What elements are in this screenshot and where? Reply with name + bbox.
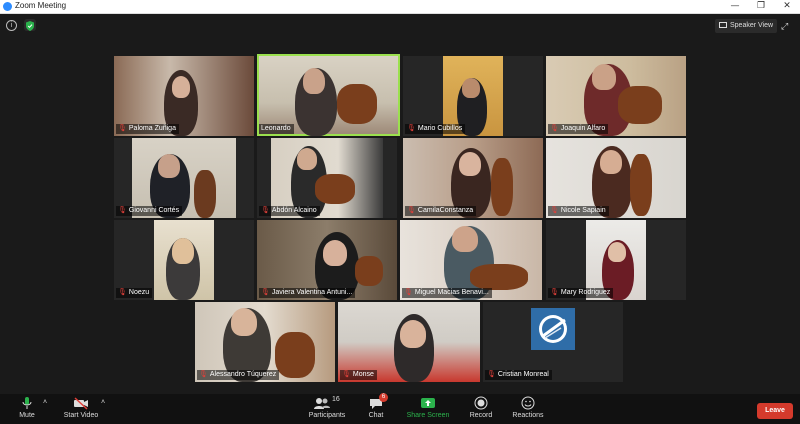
muted-mic-icon: 🎙 [407,125,416,132]
video-tile-active-speaker[interactable]: Leonardo [257,54,400,136]
muted-mic-icon: 🎙 [550,207,559,214]
audio-options-caret[interactable]: ˄ [41,396,49,410]
video-options-caret[interactable]: ˄ [99,396,107,410]
participant-name-label: 🎙 Mary Rodriguez [548,288,614,298]
video-tile[interactable]: 🎙 Noezu [114,220,254,300]
participants-label: Participants [308,412,346,419]
participant-name-label: 🎙 Alessandro Túquerez [197,370,280,380]
leave-button[interactable]: Leave [757,403,793,419]
video-tile[interactable]: 🎙 Alessandro Túquerez [195,302,335,382]
maximize-button[interactable]: ❐ [748,0,774,14]
participant-name-label: 🎙 Javiera Valentina Antuni... [259,288,356,298]
video-gallery: i Speaker View ⤢ 🎙 Paloma Zuñiga Leonardo… [0,14,800,394]
muted-mic-icon: 🎙 [487,371,496,378]
smiley-icon [521,396,535,410]
video-tile[interactable]: 🎙 Giovanni Cortés [114,138,254,218]
record-label: Record [469,412,493,419]
participant-name-label: 🎙 Abdón Alcaino [259,206,320,216]
violin-logo-icon [539,315,567,343]
muted-mic-icon: 🎙 [342,371,351,378]
muted-mic-icon: 🎙 [550,289,559,296]
reactions-button[interactable]: Reactions [511,396,545,419]
start-video-label: Start Video [63,412,99,419]
muted-mic-icon: 🎙 [404,289,413,296]
muted-mic-icon: 🎙 [118,125,127,132]
video-tile[interactable]: 🎙 Abdón Alcaino [257,138,397,218]
muted-mic-icon: 🎙 [261,207,270,214]
video-tile[interactable]: 🎙 Monse [338,302,480,382]
muted-mic-icon: 🎙 [261,289,270,296]
participant-name-label: Leonardo [259,124,294,134]
meeting-info-icon[interactable]: i [6,20,17,31]
participant-name-label: 🎙 Noezu [116,288,153,298]
window-titlebar: Zoom Meeting — ❐ ✕ [0,0,800,14]
muted-mic-icon: 🎙 [199,371,208,378]
participant-name-label: 🎙 Cristian Monreal [485,370,552,380]
zoom-app-icon [3,2,12,11]
profile-picture [531,308,575,350]
share-screen-label: Share Screen [406,412,450,419]
muted-mic-icon: 🎙 [118,207,127,214]
speaker-view-label: Speaker View [730,22,774,29]
video-camera-off-icon [74,397,88,410]
share-screen-icon [421,398,435,408]
close-button[interactable]: ✕ [774,0,800,14]
participant-name-label: 🎙 Giovanni Cortés [116,206,183,216]
share-screen-button[interactable]: Share Screen [406,396,450,419]
chat-label: Chat [368,412,384,419]
muted-mic-icon: 🎙 [550,125,559,132]
video-tile[interactable]: 🎙 Javiera Valentina Antuni... [257,220,397,300]
meeting-toolbar: Mute ˄ Start Video ˄ 16 Participants 6 C… [0,393,800,424]
window-title: Zoom Meeting [15,1,67,10]
mute-label: Mute [19,412,35,419]
participants-button[interactable]: 16 Participants [306,396,348,419]
chevron-up-icon: ˄ [42,399,48,406]
speaker-view-button[interactable]: Speaker View [715,19,778,33]
participant-name-label: 🎙 Joaquin Alfaro [548,124,609,134]
microphone-icon [22,397,32,409]
video-tile[interactable]: 🎙 CamilaConstanza [403,138,543,218]
start-video-button[interactable]: Start Video [60,396,102,419]
video-tile[interactable]: 🎙 Cristian Monreal [483,302,623,382]
grid-icon [719,22,727,29]
chevron-up-icon: ˄ [100,399,106,406]
record-icon [474,396,488,410]
fullscreen-icon[interactable]: ⤢ [781,21,791,31]
participant-name-label: 🎙 Nicole Sapiain [548,206,609,216]
muted-mic-icon: 🎙 [407,207,416,214]
reactions-label: Reactions [512,412,544,419]
participant-name-label: 🎙 Paloma Zuñiga [116,124,179,134]
video-tile[interactable]: 🎙 Mary Rodriguez [546,220,686,300]
muted-mic-icon: 🎙 [118,289,127,296]
participant-name-label: 🎙 Miguel Macias Benavi... [402,288,492,298]
video-tile[interactable]: 🎙 Paloma Zuñiga [114,56,254,136]
video-tile[interactable]: 🎙 Joaquin Alfaro [546,56,686,136]
chat-button[interactable]: 6 Chat [364,393,388,419]
video-tile[interactable]: 🎙 Mario Cubillos [403,56,543,136]
participants-icon [314,398,330,409]
mute-button[interactable]: Mute [14,396,40,419]
video-tile[interactable]: 🎙 Nicole Sapiain [546,138,686,218]
participants-count: 16 [332,396,340,403]
participant-name-label: 🎙 Mario Cubillos [405,124,466,134]
minimize-button[interactable]: — [722,0,748,14]
encryption-shield-icon[interactable] [24,19,36,31]
participant-name-label: 🎙 CamilaConstanza [405,206,477,216]
participant-name-label: 🎙 Monse [340,370,377,380]
chat-unread-badge: 6 [379,393,388,402]
record-button[interactable]: Record [468,396,494,419]
video-tile[interactable]: 🎙 Miguel Macias Benavi... [400,220,542,300]
